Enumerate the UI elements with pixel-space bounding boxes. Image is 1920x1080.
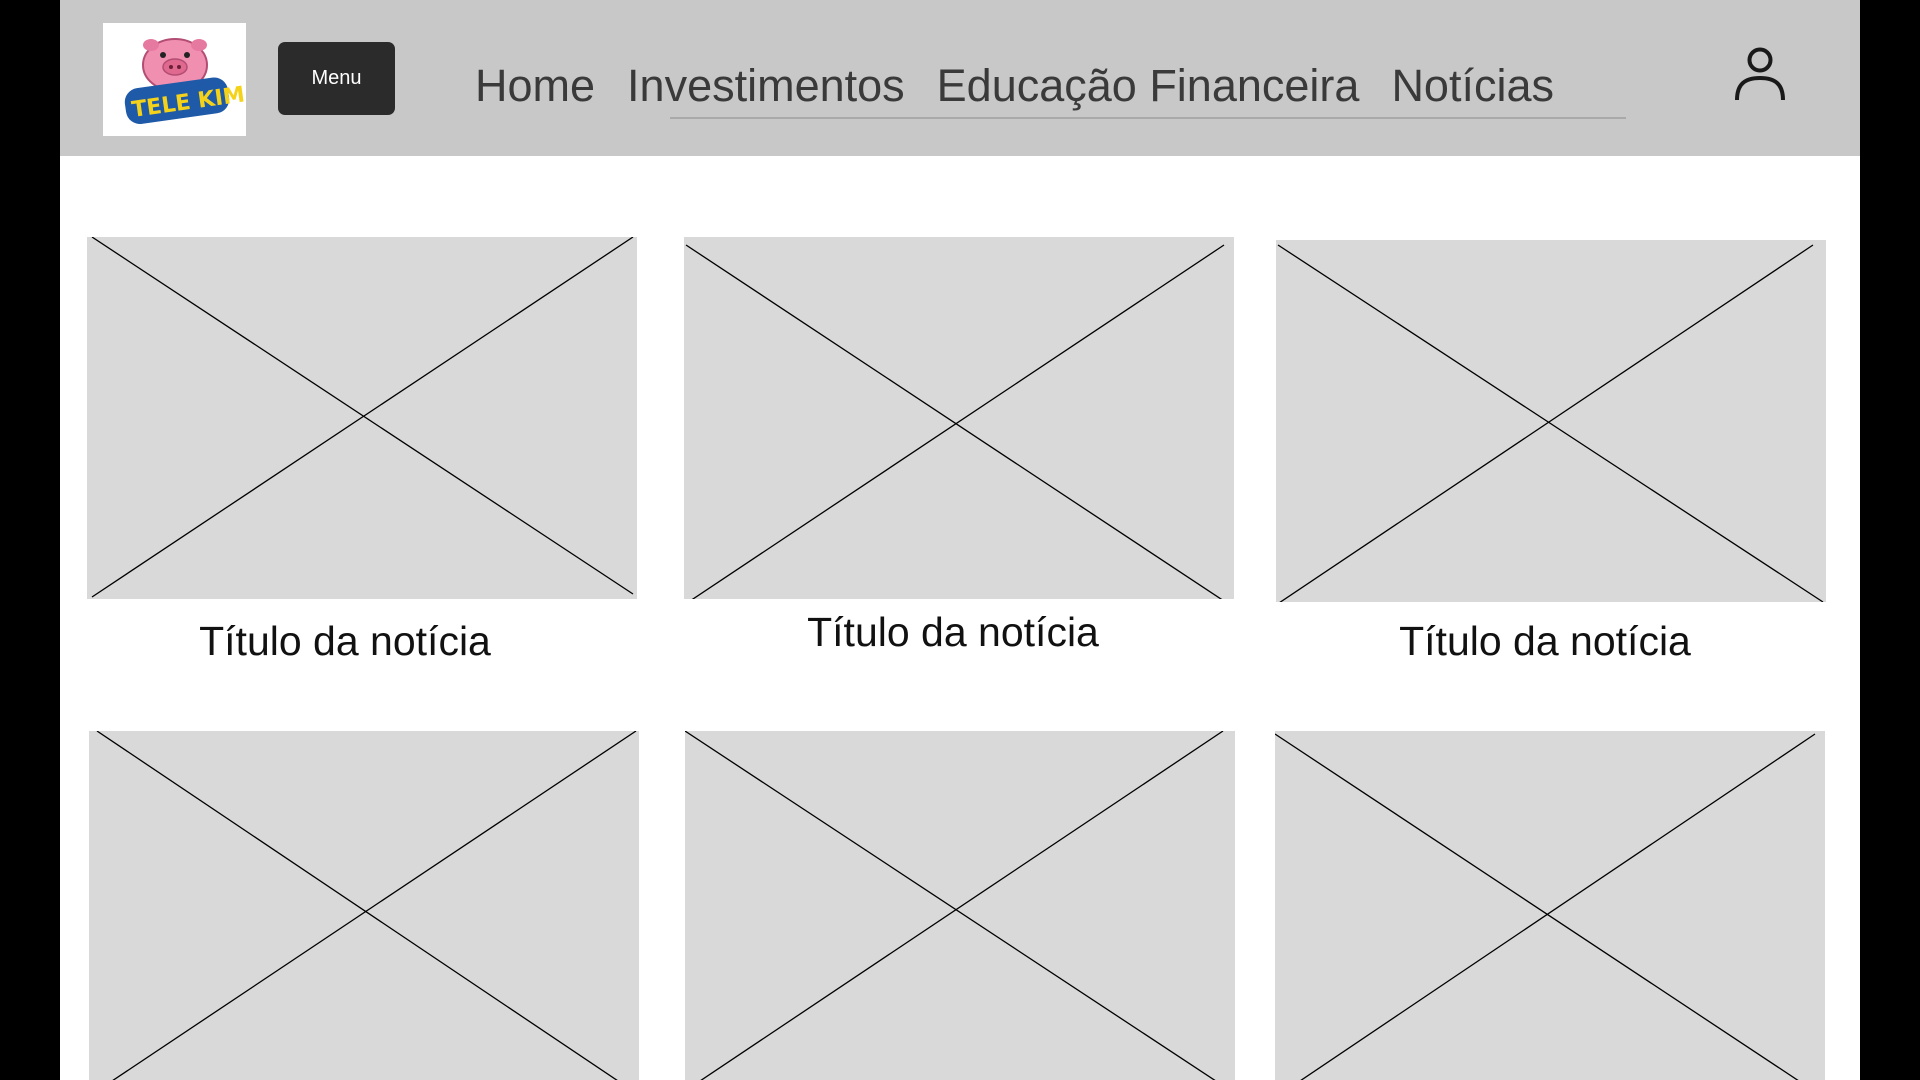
news-image-placeholder[interactable] xyxy=(684,237,1234,599)
nav-investimentos[interactable]: Investimentos xyxy=(627,58,905,113)
menu-button[interactable]: Menu xyxy=(278,42,395,115)
page: TELE KIM Menu Home Investimentos Educaçã… xyxy=(60,0,1860,1080)
news-image-placeholder[interactable] xyxy=(87,237,637,599)
nav-home[interactable]: Home xyxy=(475,58,595,113)
news-title[interactable]: Título da notícia xyxy=(678,607,1228,657)
news-image-placeholder[interactable] xyxy=(1276,240,1826,602)
top-header: TELE KIM Menu Home Investimentos Educaçã… xyxy=(60,0,1860,156)
news-image-placeholder[interactable] xyxy=(685,731,1235,1080)
main-nav: Home Investimentos Educação Financeira N… xyxy=(475,58,1586,118)
site-logo[interactable]: TELE KIM xyxy=(103,23,246,136)
user-icon[interactable] xyxy=(1733,46,1787,102)
news-title[interactable]: Título da notícia xyxy=(1270,616,1820,666)
nav-divider xyxy=(670,117,1626,119)
pig-logo-icon: TELE KIM xyxy=(124,38,246,124)
news-image-placeholder[interactable] xyxy=(1275,731,1825,1080)
nav-educacao-financeira[interactable]: Educação Financeira xyxy=(937,58,1360,113)
news-title[interactable]: Título da notícia xyxy=(70,616,620,666)
news-image-placeholder[interactable] xyxy=(89,731,639,1080)
nav-noticias[interactable]: Notícias xyxy=(1391,58,1554,113)
